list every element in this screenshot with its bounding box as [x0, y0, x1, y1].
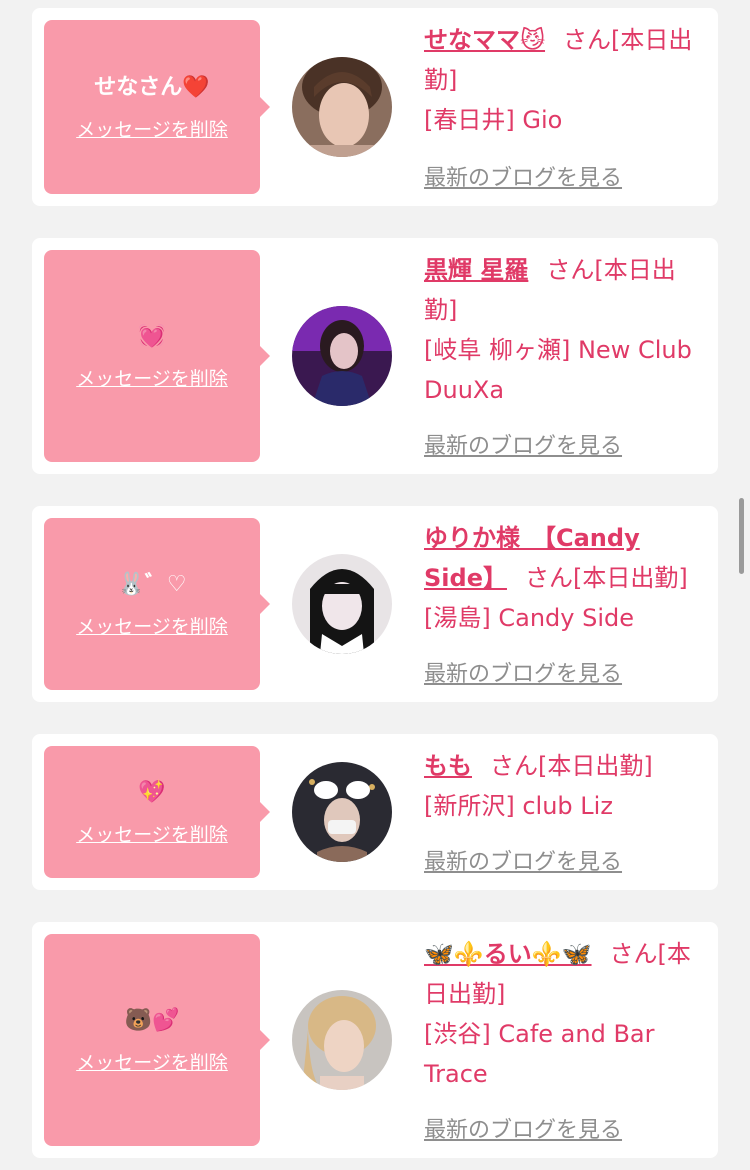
shop-location: [渋谷] Cafe and Bar Trace: [424, 1020, 655, 1088]
shop-location: [春日井] Gio: [424, 106, 563, 134]
message-card: 💖 メッセージを削除 もも さん[本日出勤] [新所沢] club Liz 最新の…: [32, 734, 718, 890]
message-card: 💓 メッセージを削除 黒輝 星羅 さん[本日出勤] [岐阜 柳ヶ瀬] New Cl…: [32, 238, 718, 474]
latest-blog-link[interactable]: 最新のブログを見る: [424, 160, 622, 192]
avatar[interactable]: [292, 57, 392, 157]
heart-emoji-icon: ❤️: [182, 74, 210, 100]
message-card: せなさん❤️ メッセージを削除 せなママ😼 さん[本日出勤] [春日井] Gio …: [32, 8, 718, 206]
latest-blog-link[interactable]: 最新のブログを見る: [424, 656, 622, 688]
heart-emoji-icon: 💓: [138, 323, 166, 349]
cast-info: 黒輝 星羅 さん[本日出勤] [岐阜 柳ヶ瀬] New Club DuuXa: [424, 250, 708, 410]
attendance-status: さん[本日出勤]: [524, 564, 688, 592]
latest-blog-link[interactable]: 最新のブログを見る: [424, 1112, 622, 1144]
cast-name-link[interactable]: 黒輝 星羅: [424, 256, 528, 284]
avatar[interactable]: [292, 554, 392, 654]
delete-message-link[interactable]: メッセージを削除: [76, 364, 228, 391]
message-text: 🐻💕: [125, 1006, 180, 1036]
cast-info: 🦋⚜️るい⚜️🦋 さん[本日出勤] [渋谷] Cafe and Bar Trace: [424, 934, 708, 1094]
cast-name-link[interactable]: せなママ😼: [424, 26, 545, 54]
avatar[interactable]: [292, 306, 392, 406]
message-bubble: 🐰゛♡ メッセージを削除: [44, 518, 270, 690]
cast-name-link[interactable]: 🦋⚜️るい⚜️🦋: [424, 940, 592, 968]
delete-message-link[interactable]: メッセージを削除: [76, 115, 228, 142]
message-card: 🐻💕 メッセージを削除 🦋⚜️るい⚜️🦋 さん[本日出勤] [渋谷] Cafe a…: [32, 922, 718, 1158]
scrollbar[interactable]: [739, 498, 744, 574]
cast-info: せなママ😼 さん[本日出勤] [春日井] Gio: [424, 20, 708, 140]
message-bubble: 🐻💕 メッセージを削除: [44, 934, 270, 1146]
message-bubble: 💖 メッセージを削除: [44, 746, 270, 878]
shop-location: [岐阜 柳ヶ瀬] New Club DuuXa: [424, 336, 692, 404]
message-text: 💖: [138, 778, 165, 808]
delete-message-link[interactable]: メッセージを削除: [76, 1048, 228, 1075]
latest-blog-link[interactable]: 最新のブログを見る: [424, 428, 622, 460]
message-text: 🐰゛♡: [117, 570, 186, 600]
bear-emoji-icon: 🐻💕: [124, 1007, 180, 1033]
message-card: 🐰゛♡ メッセージを削除 ゆりか様 【Candy Side】 さん[本日出勤] […: [32, 506, 718, 702]
message-text: 💓: [138, 322, 165, 352]
avatar[interactable]: [292, 990, 392, 1090]
delete-message-link[interactable]: メッセージを削除: [76, 612, 228, 639]
bunny-emoji-icon: 🐰゛♡: [117, 571, 187, 597]
attendance-status: さん[本日出勤]: [490, 752, 653, 780]
avatar[interactable]: [292, 762, 392, 862]
cast-info: ゆりか様 【Candy Side】 さん[本日出勤] [湯島] Candy Sid…: [424, 518, 708, 638]
sparkling-heart-icon: 💖: [138, 779, 166, 805]
latest-blog-link[interactable]: 最新のブログを見る: [424, 844, 622, 876]
message-bubble: 💓 メッセージを削除: [44, 250, 270, 462]
message-text: せなさん❤️: [94, 74, 210, 100]
shop-location: [湯島] Candy Side: [424, 604, 634, 632]
cast-name-link[interactable]: もも: [424, 752, 472, 780]
message-bubble: せなさん❤️ メッセージを削除: [44, 20, 270, 194]
delete-message-link[interactable]: メッセージを削除: [76, 820, 228, 847]
cast-info: もも さん[本日出勤] [新所沢] club Liz: [424, 746, 708, 826]
shop-location: [新所沢] club Liz: [424, 792, 613, 820]
